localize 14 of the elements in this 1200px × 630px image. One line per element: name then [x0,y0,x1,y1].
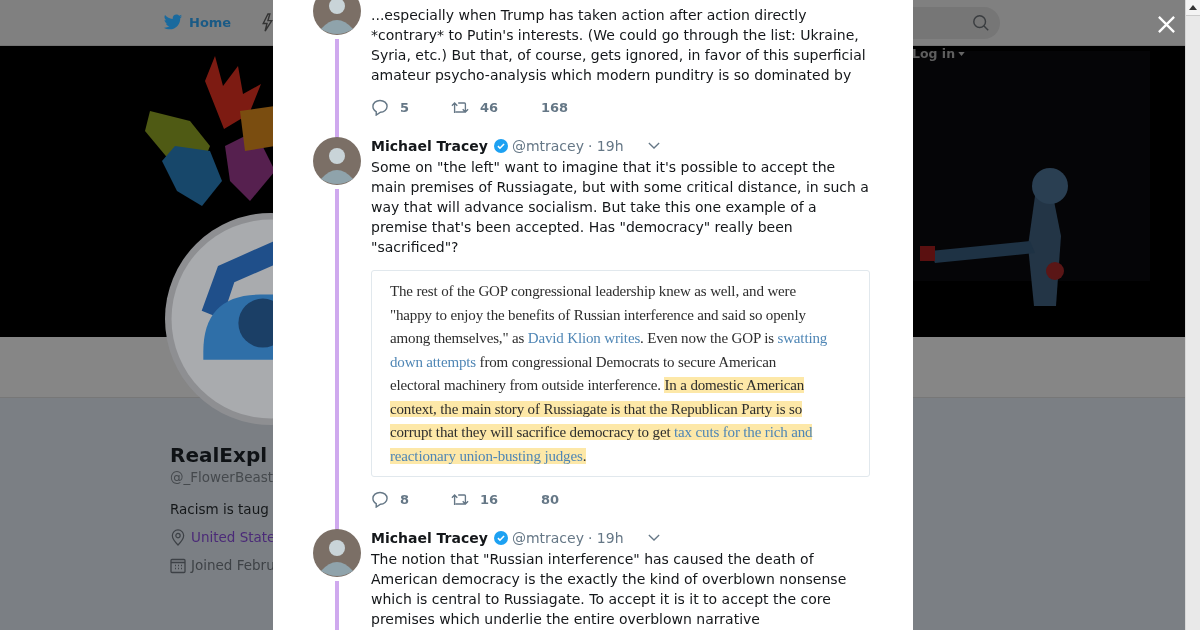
tweet-time[interactable]: · 19h [587,529,624,546]
like-count[interactable]: 80 [541,491,560,507]
tweet-text: The notion that "Russian interference" has caused the death of American democracy is the exactly the kind of overblown nonsense which is central to Russiagate. To accept it is it to accept the core premises which underlie the entire overblown narrative [371,550,848,629]
profile-bio: Racism is taug [170,500,269,518]
article-link[interactable]: reactionary union-busting judges [390,447,583,464]
article-excerpt: The rest of the GOP congressional leadership knew as well, and were "happy to enjoy the benefits of Russian interference and said so openly among themselves," as David Klion writes. Even now the GOP is swatting down attempts from congressional Democrats to secure American electoral machinery from outside interference. In a domestic American context, the main story of Russiagate is that the Republican Party is so corrupt that they will sacrifice democracy to get tax cuts for the rich and reactionary union-busting judges. [390,282,829,466]
article-link[interactable]: down attempts [390,353,476,370]
retweet-button[interactable]: 16 [451,490,531,508]
author-name[interactable]: Michael Tracey [371,529,488,546]
profile-name: RealExpl [170,442,268,468]
article-link[interactable]: tax cuts for the rich and [674,424,813,440]
author-handle[interactable]: @mtracey [511,529,584,546]
location-link[interactable]: United State [191,528,276,546]
reply-button[interactable]: 8 [371,490,451,508]
